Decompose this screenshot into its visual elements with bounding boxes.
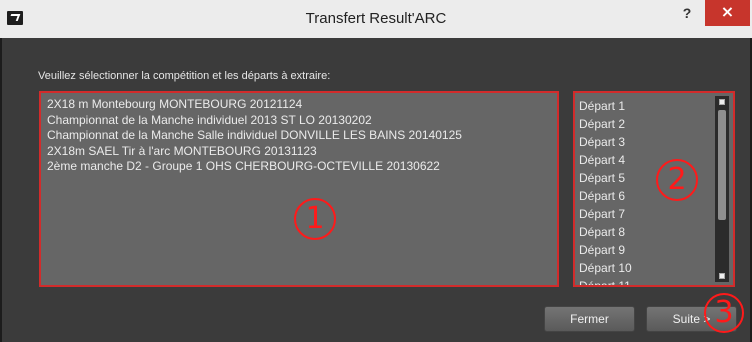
title-bar: Transfert Result'ARC ? ×: [0, 0, 752, 38]
close-button[interactable]: ×: [705, 0, 750, 26]
list-item[interactable]: Départ 3: [579, 133, 632, 151]
annotation-3: 3: [704, 293, 744, 333]
list-item[interactable]: Départ 6: [579, 187, 632, 205]
list-item[interactable]: Championnat de la Manche Salle individue…: [45, 128, 553, 144]
fermer-button[interactable]: Fermer: [544, 306, 635, 332]
annotation-1: 1: [294, 198, 336, 240]
depart-list[interactable]: Départ 1 Départ 2 Départ 3 Départ 4 Dépa…: [573, 91, 735, 287]
list-item[interactable]: Départ 7: [579, 205, 632, 223]
scroll-up-icon[interactable]: [717, 97, 727, 107]
list-item[interactable]: 2ème manche D2 - Groupe 1 OHS CHERBOURG-…: [45, 159, 553, 175]
list-item[interactable]: Départ 1: [579, 97, 632, 115]
annotation-2: 2: [656, 159, 698, 201]
list-item[interactable]: Départ 5: [579, 169, 632, 187]
competition-list[interactable]: 2X18 m Montebourg MONTEBOURG 20121124 Ch…: [39, 91, 559, 287]
list-item[interactable]: Départ 2: [579, 115, 632, 133]
list-item[interactable]: Départ 4: [579, 151, 632, 169]
list-item[interactable]: Départ 10: [579, 259, 632, 277]
scroll-down-icon[interactable]: [717, 271, 727, 281]
help-button[interactable]: ?: [672, 2, 702, 26]
scrollbar-thumb[interactable]: [718, 110, 726, 220]
list-item[interactable]: Départ 11: [579, 277, 632, 285]
list-item[interactable]: 2X18 m Montebourg MONTEBOURG 20121124: [45, 97, 553, 113]
list-item[interactable]: 2X18m SAEL Tir à l'arc MONTEBOURG 201311…: [45, 144, 553, 160]
list-item[interactable]: Championnat de la Manche individuel 2013…: [45, 113, 553, 129]
instruction-label: Veuillez sélectionner la compétition et …: [38, 70, 331, 82]
list-item[interactable]: Départ 9: [579, 241, 632, 259]
window-title: Transfert Result'ARC: [305, 10, 447, 27]
list-item[interactable]: Départ 8: [579, 223, 632, 241]
vertical-scrollbar[interactable]: [715, 96, 729, 282]
